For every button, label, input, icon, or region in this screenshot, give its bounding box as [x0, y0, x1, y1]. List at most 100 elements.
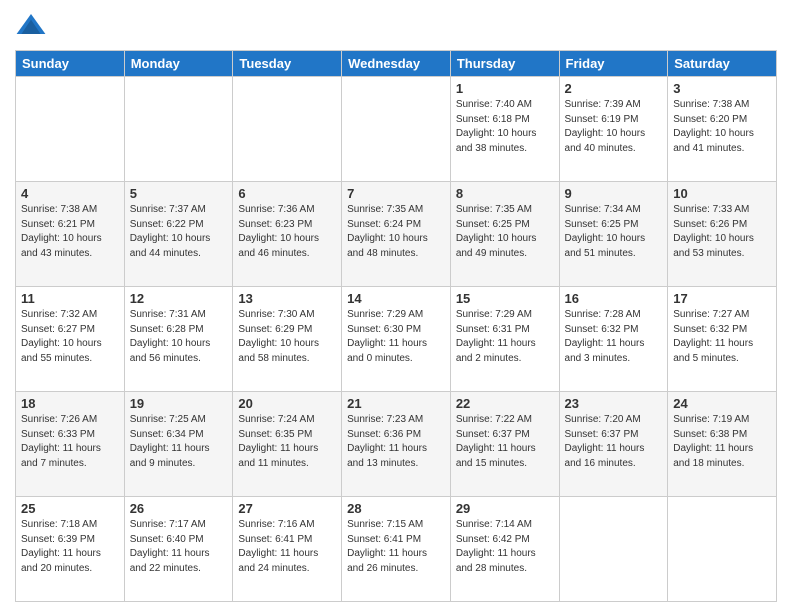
week-row-3: 18 Sunrise: 7:26 AM Sunset: 6:33 PM Dayli…: [16, 392, 777, 497]
day-info: Sunrise: 7:22 AM Sunset: 6:37 PM Dayligh…: [456, 413, 554, 471]
day-info: Sunrise: 7:39 AM Sunset: 6:19 PM Dayligh…: [565, 98, 663, 156]
calendar-cell: 18 Sunrise: 7:26 AM Sunset: 6:33 PM Dayli…: [16, 392, 125, 497]
week-row-2: 11Sunrise: 7:32 AM Sunset: 6:27 PM Dayli…: [16, 287, 777, 392]
header: [15, 10, 777, 42]
calendar-cell: 7 Sunrise: 7:35 AM Sunset: 6:24 PM Daylig…: [342, 182, 451, 287]
calendar-cell: [668, 497, 777, 602]
week-row-1: 4 Sunrise: 7:38 AM Sunset: 6:21 PM Daylig…: [16, 182, 777, 287]
calendar-cell: [342, 77, 451, 182]
day-number: 22: [456, 396, 554, 411]
calendar-cell: [233, 77, 342, 182]
day-number: 25: [21, 501, 119, 516]
day-number: 28: [347, 501, 445, 516]
day-number: 11: [21, 291, 119, 306]
weekday-header-saturday: Saturday: [668, 51, 777, 77]
calendar-cell: 10 Sunrise: 7:33 AM Sunset: 6:26 PM Dayli…: [668, 182, 777, 287]
weekday-header-thursday: Thursday: [450, 51, 559, 77]
day-number: 7: [347, 186, 445, 201]
weekday-header-row: SundayMondayTuesdayWednesdayThursdayFrid…: [16, 51, 777, 77]
day-number: 27: [238, 501, 336, 516]
day-number: 12: [130, 291, 228, 306]
day-info: Sunrise: 7:19 AM Sunset: 6:38 PM Dayligh…: [673, 413, 771, 471]
day-info: Sunrise: 7:35 AM Sunset: 6:25 PM Dayligh…: [456, 203, 554, 261]
day-number: 21: [347, 396, 445, 411]
weekday-header-monday: Monday: [124, 51, 233, 77]
day-info: Sunrise: 7:33 AM Sunset: 6:26 PM Dayligh…: [673, 203, 771, 261]
day-info: Sunrise: 7:14 AM Sunset: 6:42 PM Dayligh…: [456, 518, 554, 576]
calendar-cell: [16, 77, 125, 182]
day-number: 23: [565, 396, 663, 411]
calendar-cell: 6 Sunrise: 7:36 AM Sunset: 6:23 PM Daylig…: [233, 182, 342, 287]
day-info: Sunrise: 7:35 AM Sunset: 6:24 PM Dayligh…: [347, 203, 445, 261]
calendar-cell: 3 Sunrise: 7:38 AM Sunset: 6:20 PM Daylig…: [668, 77, 777, 182]
calendar-cell: 5 Sunrise: 7:37 AM Sunset: 6:22 PM Daylig…: [124, 182, 233, 287]
calendar-cell: 29 Sunrise: 7:14 AM Sunset: 6:42 PM Dayli…: [450, 497, 559, 602]
week-row-0: 1 Sunrise: 7:40 AM Sunset: 6:18 PM Daylig…: [16, 77, 777, 182]
day-info: Sunrise: 7:29 AM Sunset: 6:31 PM Dayligh…: [456, 308, 554, 366]
day-info: Sunrise: 7:18 AM Sunset: 6:39 PM Dayligh…: [21, 518, 119, 576]
calendar-cell: 17Sunrise: 7:27 AM Sunset: 6:32 PM Dayli…: [668, 287, 777, 392]
day-number: 6: [238, 186, 336, 201]
calendar-cell: 11Sunrise: 7:32 AM Sunset: 6:27 PM Dayli…: [16, 287, 125, 392]
day-number: 26: [130, 501, 228, 516]
day-info: Sunrise: 7:34 AM Sunset: 6:25 PM Dayligh…: [565, 203, 663, 261]
calendar-cell: 4 Sunrise: 7:38 AM Sunset: 6:21 PM Daylig…: [16, 182, 125, 287]
calendar-cell: 12 Sunrise: 7:31 AM Sunset: 6:28 PM Dayli…: [124, 287, 233, 392]
day-number: 24: [673, 396, 771, 411]
day-info: Sunrise: 7:29 AM Sunset: 6:30 PM Dayligh…: [347, 308, 445, 366]
calendar-cell: 23 Sunrise: 7:20 AM Sunset: 6:37 PM Dayli…: [559, 392, 668, 497]
day-info: Sunrise: 7:23 AM Sunset: 6:36 PM Dayligh…: [347, 413, 445, 471]
day-info: Sunrise: 7:38 AM Sunset: 6:21 PM Dayligh…: [21, 203, 119, 261]
day-info: Sunrise: 7:37 AM Sunset: 6:22 PM Dayligh…: [130, 203, 228, 261]
day-info: Sunrise: 7:27 AM Sunset: 6:32 PM Dayligh…: [673, 308, 771, 366]
day-number: 1: [456, 81, 554, 96]
calendar-cell: 26 Sunrise: 7:17 AM Sunset: 6:40 PM Dayli…: [124, 497, 233, 602]
day-info: Sunrise: 7:38 AM Sunset: 6:20 PM Dayligh…: [673, 98, 771, 156]
day-info: Sunrise: 7:25 AM Sunset: 6:34 PM Dayligh…: [130, 413, 228, 471]
weekday-header-tuesday: Tuesday: [233, 51, 342, 77]
calendar-cell: 14 Sunrise: 7:29 AM Sunset: 6:30 PM Dayli…: [342, 287, 451, 392]
calendar: SundayMondayTuesdayWednesdayThursdayFrid…: [15, 50, 777, 602]
day-info: Sunrise: 7:16 AM Sunset: 6:41 PM Dayligh…: [238, 518, 336, 576]
day-number: 15: [456, 291, 554, 306]
calendar-cell: 27 Sunrise: 7:16 AM Sunset: 6:41 PM Dayli…: [233, 497, 342, 602]
day-number: 10: [673, 186, 771, 201]
day-number: 9: [565, 186, 663, 201]
calendar-cell: 19 Sunrise: 7:25 AM Sunset: 6:34 PM Dayli…: [124, 392, 233, 497]
day-info: Sunrise: 7:26 AM Sunset: 6:33 PM Dayligh…: [21, 413, 119, 471]
logo-icon: [15, 10, 47, 42]
day-info: Sunrise: 7:40 AM Sunset: 6:18 PM Dayligh…: [456, 98, 554, 156]
day-number: 18: [21, 396, 119, 411]
calendar-cell: [124, 77, 233, 182]
day-number: 29: [456, 501, 554, 516]
day-info: Sunrise: 7:20 AM Sunset: 6:37 PM Dayligh…: [565, 413, 663, 471]
page: SundayMondayTuesdayWednesdayThursdayFrid…: [0, 0, 792, 612]
weekday-header-sunday: Sunday: [16, 51, 125, 77]
day-number: 16: [565, 291, 663, 306]
weekday-header-wednesday: Wednesday: [342, 51, 451, 77]
day-number: 20: [238, 396, 336, 411]
day-info: Sunrise: 7:17 AM Sunset: 6:40 PM Dayligh…: [130, 518, 228, 576]
day-number: 3: [673, 81, 771, 96]
day-number: 19: [130, 396, 228, 411]
day-info: Sunrise: 7:36 AM Sunset: 6:23 PM Dayligh…: [238, 203, 336, 261]
day-number: 14: [347, 291, 445, 306]
day-number: 4: [21, 186, 119, 201]
calendar-cell: 21 Sunrise: 7:23 AM Sunset: 6:36 PM Dayli…: [342, 392, 451, 497]
day-info: Sunrise: 7:24 AM Sunset: 6:35 PM Dayligh…: [238, 413, 336, 471]
calendar-cell: [559, 497, 668, 602]
calendar-cell: 20 Sunrise: 7:24 AM Sunset: 6:35 PM Dayli…: [233, 392, 342, 497]
calendar-cell: 15 Sunrise: 7:29 AM Sunset: 6:31 PM Dayli…: [450, 287, 559, 392]
weekday-header-friday: Friday: [559, 51, 668, 77]
calendar-cell: 24 Sunrise: 7:19 AM Sunset: 6:38 PM Dayli…: [668, 392, 777, 497]
day-info: Sunrise: 7:30 AM Sunset: 6:29 PM Dayligh…: [238, 308, 336, 366]
calendar-cell: 9 Sunrise: 7:34 AM Sunset: 6:25 PM Daylig…: [559, 182, 668, 287]
day-info: Sunrise: 7:15 AM Sunset: 6:41 PM Dayligh…: [347, 518, 445, 576]
week-row-4: 25 Sunrise: 7:18 AM Sunset: 6:39 PM Dayli…: [16, 497, 777, 602]
calendar-cell: 25 Sunrise: 7:18 AM Sunset: 6:39 PM Dayli…: [16, 497, 125, 602]
calendar-cell: 28 Sunrise: 7:15 AM Sunset: 6:41 PM Dayli…: [342, 497, 451, 602]
day-info: Sunrise: 7:31 AM Sunset: 6:28 PM Dayligh…: [130, 308, 228, 366]
calendar-cell: 22 Sunrise: 7:22 AM Sunset: 6:37 PM Dayli…: [450, 392, 559, 497]
calendar-cell: 13Sunrise: 7:30 AM Sunset: 6:29 PM Dayli…: [233, 287, 342, 392]
day-number: 5: [130, 186, 228, 201]
